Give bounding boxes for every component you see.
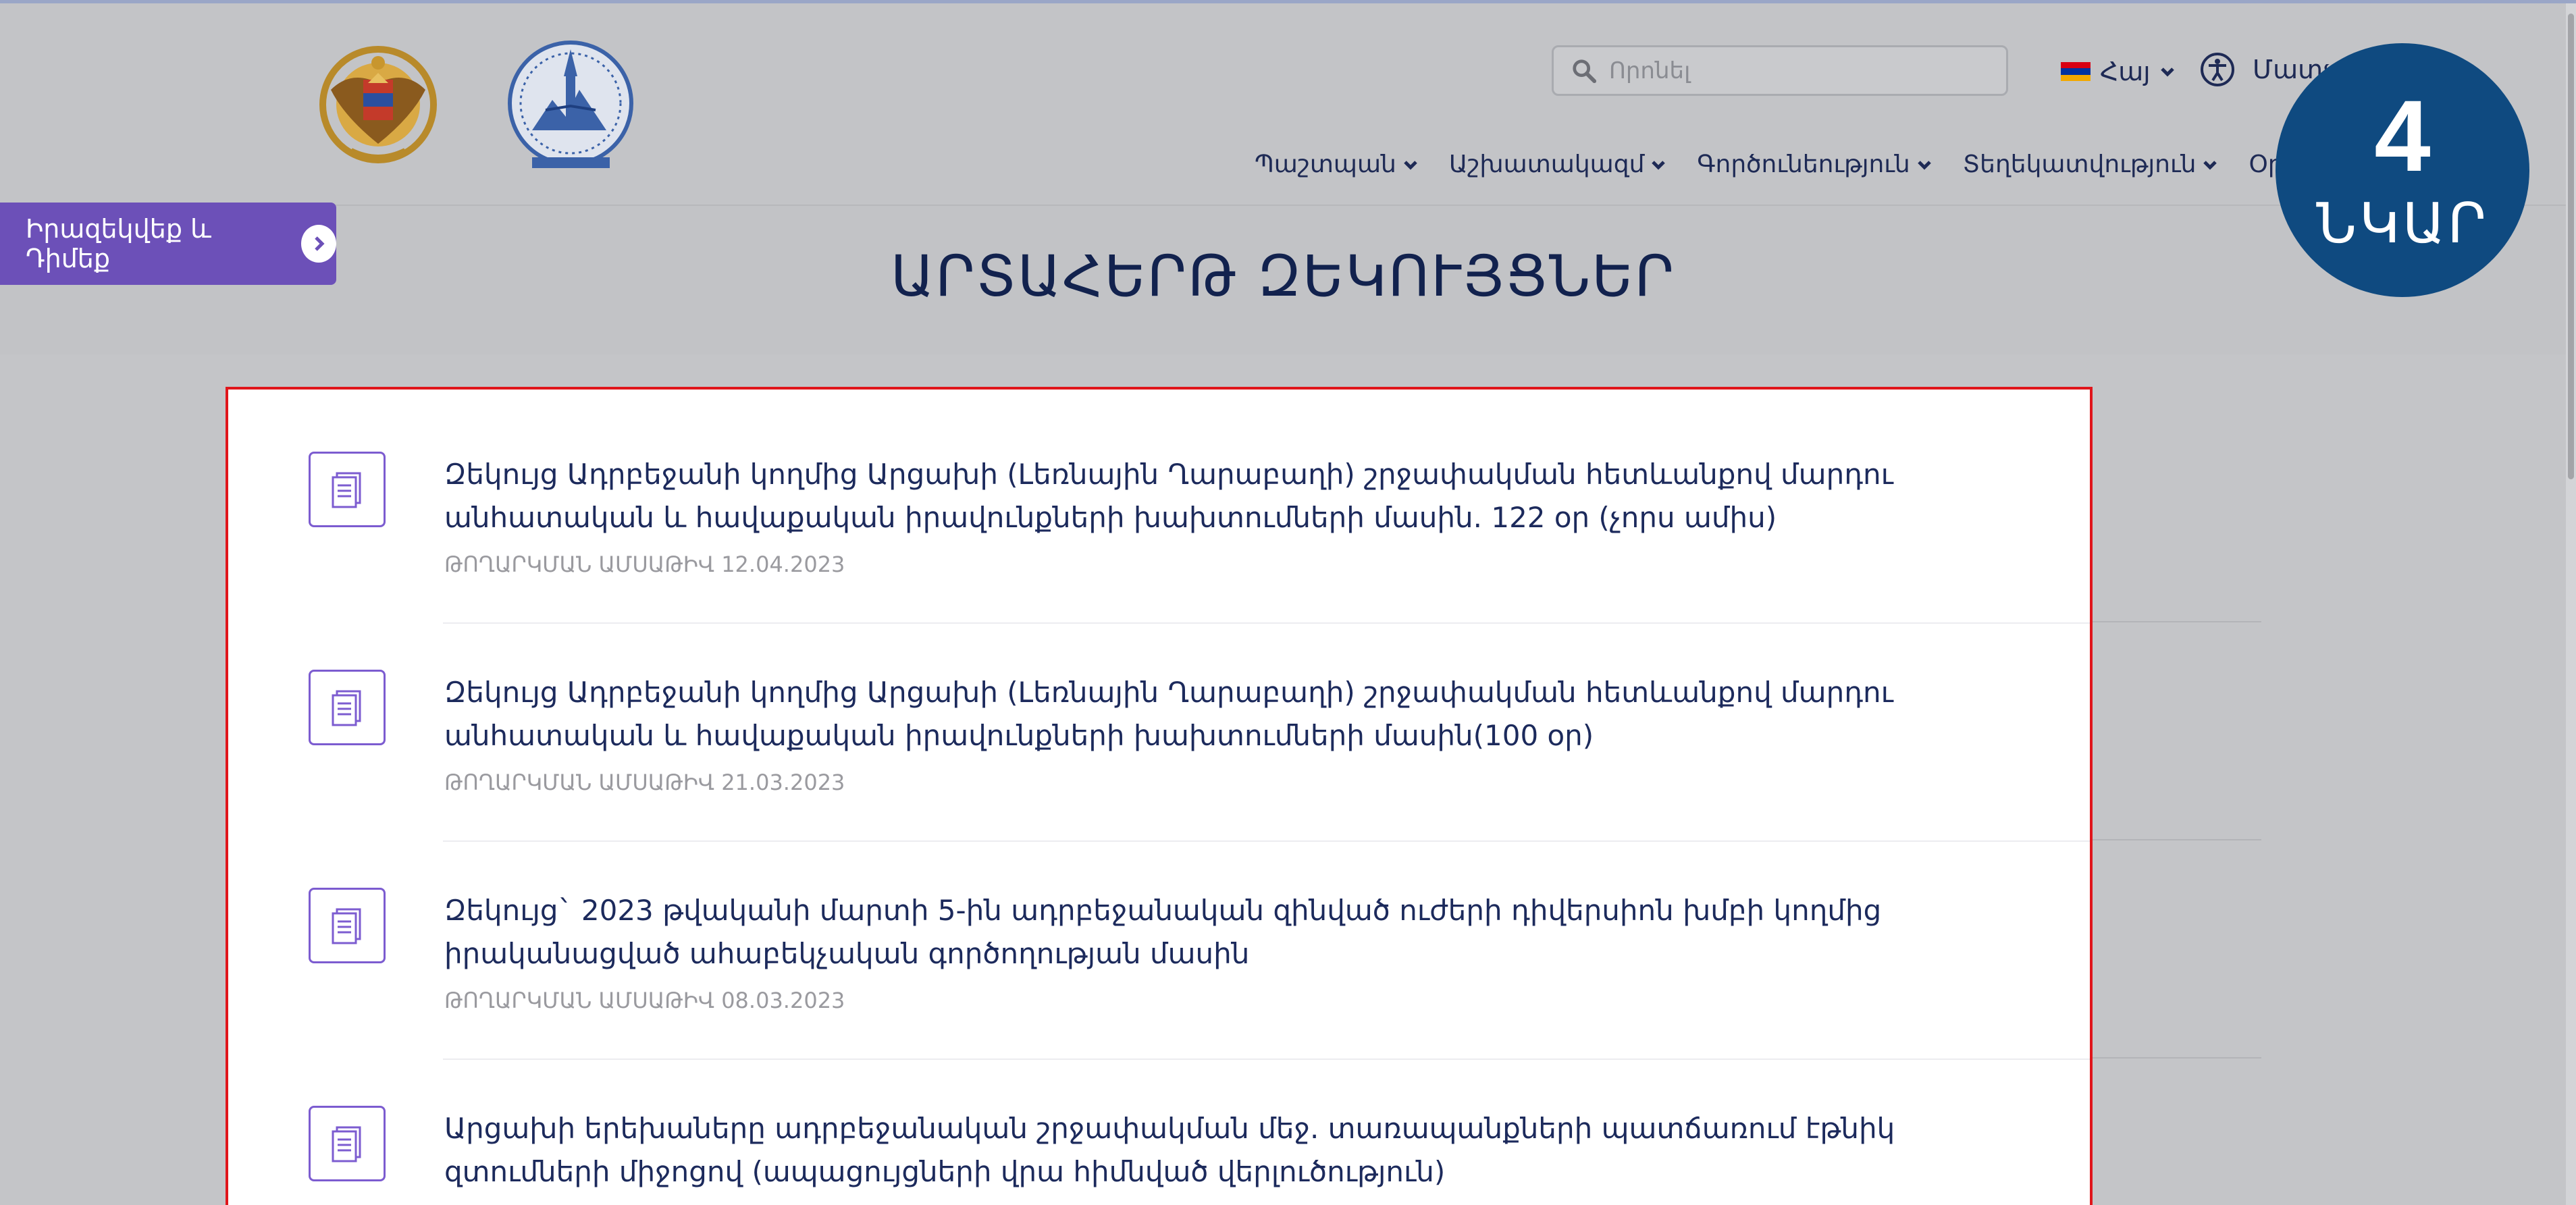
document-icon (309, 888, 386, 963)
nav-item-information[interactable]: Տեղեկատվություն (1963, 151, 2218, 178)
chevron-down-icon (1652, 160, 1666, 170)
nav-item-staff[interactable]: Աշխատակազմ (1449, 151, 1666, 178)
main-navigation: Պաշտպան Աշխատակազմ Գործունեություն Տեղեկ… (1255, 151, 2405, 178)
document-icon (309, 1106, 386, 1181)
nav-item-activity[interactable]: Գործունեություն (1697, 151, 1931, 178)
nav-item-label: Գործունեություն (1697, 151, 1910, 178)
report-title-link[interactable]: Զեկույց Ադրբեջանի կողմից Արցախի (Լեռնայի… (444, 671, 2045, 757)
publish-date: ԹՈՂԱՐԿՄԱՆ ԱՄՍԱԹԻՎ 12.04.2023 (444, 552, 845, 577)
page-title: ԱՐՏԱՀԵՐԹ ԶԵԿՈՒՅՑՆԵՐ (890, 243, 1676, 309)
divider (2093, 621, 2261, 622)
list-item[interactable]: Զեկույց` 2023 թվականի մարտի 5-ին ադրբեջա… (228, 826, 2090, 1060)
chevron-down-icon (2160, 68, 2174, 77)
search-input[interactable] (1609, 57, 1987, 84)
site-header: Հայ Մատչ Պաշտպան Աշխատակազմ Գործունեությ… (0, 3, 2566, 206)
search-icon (1573, 59, 1597, 83)
publish-date: ԹՈՂԱՐԿՄԱՆ ԱՄՍԱԹԻՎ 08.03.2023 (444, 988, 845, 1013)
accessibility-icon (2201, 53, 2234, 86)
divider (2093, 1057, 2261, 1059)
list-item[interactable]: Զեկույց Ադրբեջանի կողմից Արցախի (Լեռնայի… (228, 608, 2090, 842)
publish-date: ԹՈՂԱՐԿՄԱՆ ԱՄՍԱԹԻՎ 21.03.2023 (444, 770, 845, 795)
document-icon (309, 670, 386, 745)
search-box[interactable] (1552, 45, 2008, 96)
nav-item-label: Պաշտպան (1255, 151, 1396, 178)
report-title-link[interactable]: Զեկույց Ադրբեջանի կողմից Արցախի (Լեռնայի… (444, 453, 2045, 539)
list-item[interactable]: Զեկույց Ադրբեջանի կողմից Արցախի (Լեռնայի… (228, 390, 2090, 624)
divider (2093, 839, 2261, 840)
image-number-badge: 4 ՆԿԱՐ (2276, 43, 2529, 297)
nav-item-defender[interactable]: Պաշտպան (1255, 151, 1418, 178)
ombudsman-logo[interactable] (505, 36, 637, 178)
nav-item-label: Տեղեկատվություն (1962, 151, 2197, 178)
scrollbar-thumb[interactable] (2568, 14, 2574, 479)
nav-item-label: Աշխատակազմ (1448, 151, 1645, 178)
reports-list-highlight-frame: Զեկույց Ադրբեջանի կողմից Արցախի (Լեռնայի… (226, 387, 2093, 1205)
chevron-down-icon (1404, 160, 1417, 170)
report-title-link[interactable]: Զեկույց` 2023 թվականի մարտի 5-ին ադրբեջա… (444, 889, 2045, 975)
chevron-down-icon (1917, 160, 1931, 170)
coat-of-arms-logo[interactable] (311, 43, 446, 171)
language-label: Հայ (2100, 57, 2151, 86)
armenian-flag-icon (2061, 62, 2091, 81)
document-icon (309, 452, 386, 527)
badge-number: 4 (2374, 78, 2431, 192)
badge-word: ՆԿԱՐ (2316, 192, 2489, 255)
list-item[interactable]: Արցախի երեխաները ադրբեջանական շրջափակման… (228, 1044, 2090, 1205)
report-title-link[interactable]: Արցախի երեխաները ադրբեջանական շրջափակման… (444, 1107, 2045, 1194)
chevron-down-icon (2203, 160, 2217, 170)
language-selector[interactable]: Հայ (2061, 56, 2175, 87)
